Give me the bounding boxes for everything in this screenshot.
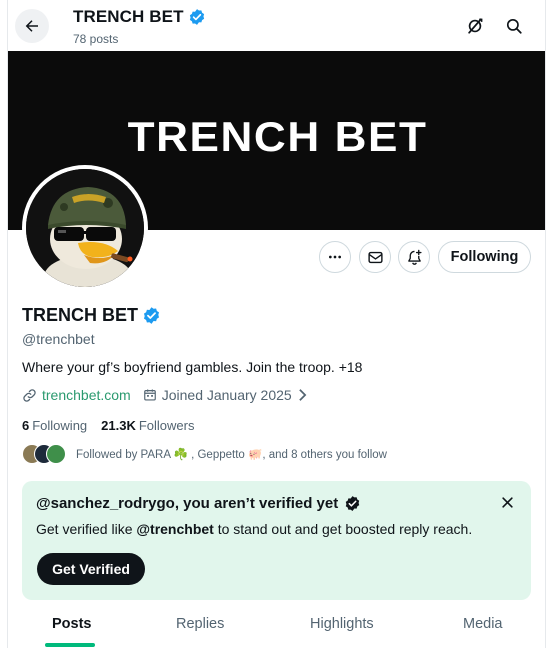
notifications-button[interactable] xyxy=(398,241,430,273)
right-frame-border xyxy=(545,0,546,648)
chevron-right-icon[interactable] xyxy=(297,388,308,402)
profile-bio: Where your gf’s boyfriend gambles. Join … xyxy=(22,359,363,375)
following-button[interactable]: Following xyxy=(438,241,531,273)
arrow-left-icon xyxy=(25,20,38,32)
profile-avatar[interactable] xyxy=(22,165,148,291)
verify-title-text: @sanchez_rodrygo, you aren’t verified ye… xyxy=(36,495,339,512)
mail-icon xyxy=(367,251,383,263)
joined-date: Joined January 2025 xyxy=(143,387,308,403)
verified-badge-icon xyxy=(189,9,204,25)
header-title: TRENCH BET xyxy=(73,7,184,26)
bell-plus-icon xyxy=(407,249,422,265)
followers-stat[interactable]: 21.3K Followers xyxy=(101,418,194,433)
profile-tabs: Posts Replies Highlights Media xyxy=(8,606,545,648)
close-button[interactable] xyxy=(496,491,518,513)
verify-body: Get verified like @trenchbet to stand ou… xyxy=(36,521,473,537)
tab-media[interactable]: Media xyxy=(463,606,503,648)
calendar-icon xyxy=(143,389,156,401)
mini-avatar xyxy=(46,444,66,464)
avatar-image xyxy=(26,169,144,287)
tab-replies[interactable]: Replies xyxy=(176,606,224,648)
verified-check-icon xyxy=(346,496,360,511)
search-icon xyxy=(506,18,522,34)
active-tab-indicator xyxy=(45,643,95,647)
following-stat[interactable]: 6 Following xyxy=(22,418,87,433)
verification-prompt-card: @sanchez_rodrygo, you aren’t verified ye… xyxy=(22,481,531,600)
joined-text: Joined January 2025 xyxy=(161,387,292,403)
profile-header: TRENCH BET 78 posts xyxy=(8,0,545,51)
follower-avatars xyxy=(22,444,66,464)
followed-by-text: Followed by PARA ☘️ , Geppetto 🐖, and 8 … xyxy=(76,449,387,461)
more-icon xyxy=(329,255,341,259)
eagle-avatar-illustration xyxy=(26,169,144,287)
get-verified-button[interactable]: Get Verified xyxy=(37,553,145,585)
message-button[interactable] xyxy=(359,241,391,273)
tab-highlights[interactable]: Highlights xyxy=(310,606,374,648)
verify-title: @sanchez_rodrygo, you aren’t verified ye… xyxy=(36,495,361,512)
grok-button[interactable] xyxy=(461,12,489,40)
profile-name-row: TRENCH BET xyxy=(22,305,161,326)
link-icon xyxy=(23,388,36,402)
profile-name: TRENCH BET xyxy=(22,305,138,325)
followed-by[interactable]: Followed by PARA ☘️ , Geppetto 🐖, and 8 … xyxy=(22,444,387,464)
profile-handle: @trenchbet xyxy=(22,331,95,347)
header-title-row: TRENCH BET xyxy=(73,7,206,27)
grok-icon xyxy=(468,18,483,34)
posts-count: 78 posts xyxy=(73,32,119,46)
banner-text: TRENCH BET xyxy=(127,113,428,160)
close-icon xyxy=(501,496,513,508)
tab-posts[interactable]: Posts xyxy=(52,606,92,648)
search-button[interactable] xyxy=(500,12,528,40)
follow-stats: 6 Following 21.3K Followers xyxy=(22,418,194,433)
back-button[interactable] xyxy=(15,9,49,43)
profile-meta-row: trenchbet.com Joined January 2025 xyxy=(22,387,308,403)
verified-badge-icon[interactable] xyxy=(142,306,161,325)
more-options-button[interactable] xyxy=(319,241,351,273)
website-link[interactable]: trenchbet.com xyxy=(42,387,131,403)
